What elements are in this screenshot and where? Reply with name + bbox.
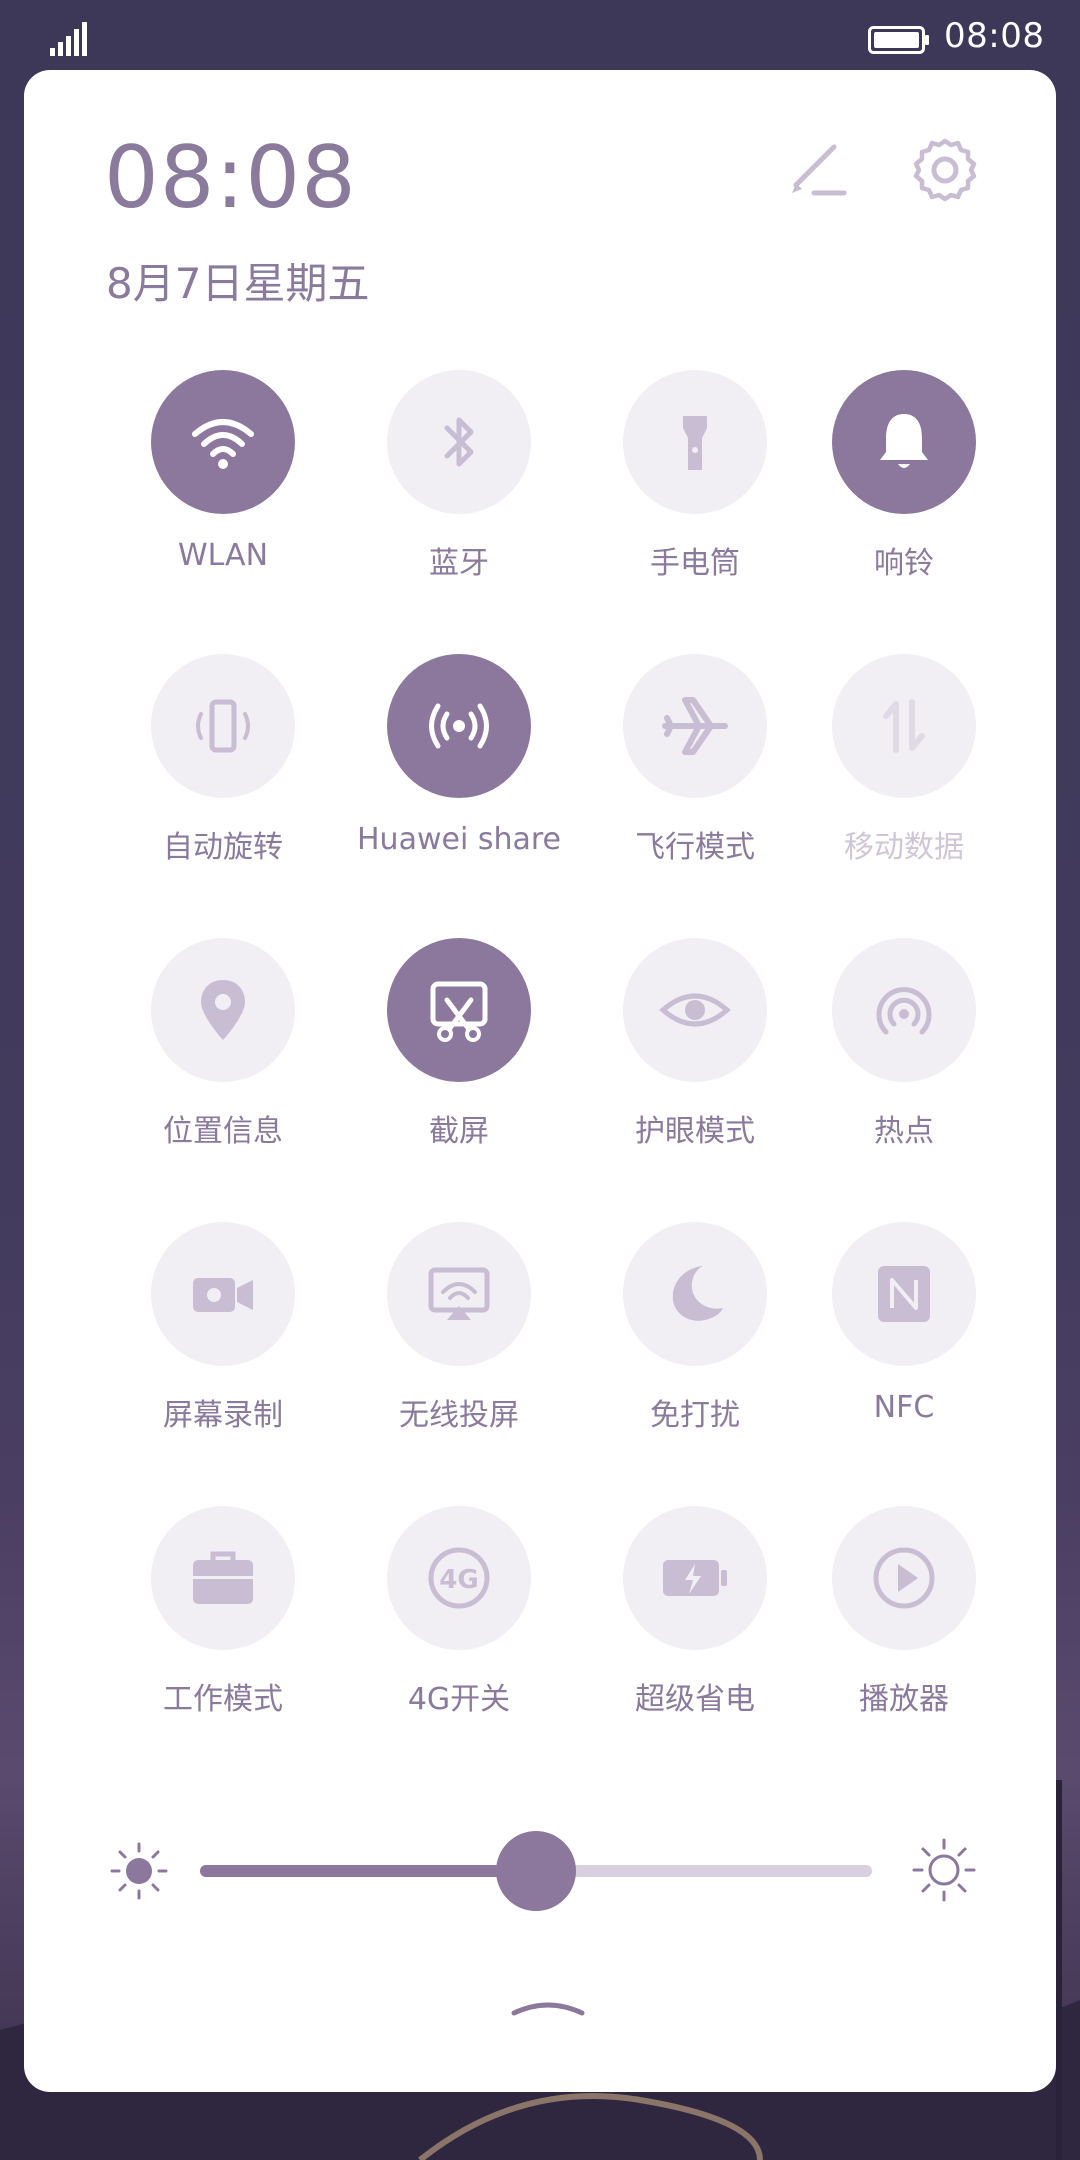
toggle-label: 移动数据 (844, 830, 964, 865)
toggle-briefcase[interactable]: 工作模式 (105, 1506, 341, 1746)
toggle-label: 蓝牙 (429, 546, 489, 581)
toggle-label: 护眼模式 (635, 1114, 755, 1149)
status-time: 08:08 (944, 16, 1045, 56)
toggle-button[interactable] (623, 370, 767, 514)
collapse-handle-icon[interactable] (510, 1995, 586, 2019)
toggle-huawei-share[interactable]: Huawei share (341, 654, 577, 894)
toggle-label: 免打扰 (650, 1398, 740, 1433)
eye-icon (659, 993, 731, 1027)
toggle-button[interactable] (832, 654, 976, 798)
toggle-auto-rotate[interactable]: 自动旋转 (105, 654, 341, 894)
toggle-button[interactable] (832, 370, 976, 514)
settings-button[interactable] (910, 135, 980, 205)
toggle-wifi[interactable]: WLAN (105, 370, 341, 610)
flashlight-icon (683, 416, 707, 470)
toggle-label: 4G开关 (407, 1682, 511, 1717)
toggle-button[interactable] (151, 1506, 295, 1650)
brightness-slider-thumb[interactable] (496, 1831, 576, 1911)
4g-icon: 4G (428, 1547, 490, 1609)
toggle-button[interactable] (832, 938, 976, 1082)
toggle-button[interactable] (832, 1506, 976, 1650)
toggle-label: 自动旋转 (163, 830, 283, 865)
toggle-button[interactable] (387, 938, 531, 1082)
toggle-screen-record[interactable]: 屏幕录制 (105, 1222, 341, 1462)
toggle-button[interactable] (623, 1222, 767, 1366)
signal-icon (50, 22, 87, 56)
toggle-button[interactable] (832, 1222, 976, 1366)
play-icon (873, 1547, 935, 1609)
quick-settings-panel: 08:08 8月7日星期五 WLAN 蓝牙 手电筒 响铃自动旋转 Huawei shar… (24, 70, 1056, 2092)
toggle-eye[interactable]: 护眼模式 (577, 938, 813, 1178)
screenshot-icon (430, 981, 488, 1042)
battery-saver-icon (663, 1560, 727, 1596)
wifi-icon (192, 419, 254, 469)
toggle-button[interactable] (151, 654, 295, 798)
brightness-high-icon (912, 1838, 976, 1902)
toggle-bluetooth[interactable]: 蓝牙 (341, 370, 577, 610)
toggle-button[interactable] (623, 1506, 767, 1650)
location-icon (201, 980, 245, 1040)
toggle-label: 超级省电 (635, 1682, 755, 1717)
toggle-label: 位置信息 (163, 1114, 283, 1149)
toggle-bell[interactable]: 响铃 (786, 370, 1022, 610)
toggle-mobile-data[interactable]: 移动数据 (786, 654, 1022, 894)
airplane-icon (662, 697, 728, 755)
screen-record-icon (193, 1278, 253, 1312)
toggle-nfc[interactable]: NFC (786, 1222, 1022, 1462)
gear-icon (913, 138, 977, 202)
toggle-label: 工作模式 (163, 1682, 283, 1717)
toggle-hotspot[interactable]: 热点 (786, 938, 1022, 1178)
wireless-projection-icon (428, 1267, 490, 1320)
briefcase-icon (193, 1551, 253, 1604)
toggle-button[interactable] (151, 938, 295, 1082)
toggle-label: 响铃 (874, 546, 934, 581)
toggle-label: 屏幕录制 (163, 1398, 283, 1433)
toggle-4g[interactable]: 4G 4G开关 (341, 1506, 577, 1746)
moon-icon (672, 1266, 723, 1321)
pencil-icon (792, 144, 847, 196)
toggle-button[interactable] (387, 654, 531, 798)
toggle-flashlight[interactable]: 手电筒 (577, 370, 813, 610)
huawei-share-icon (429, 703, 489, 749)
nfc-icon (878, 1266, 930, 1322)
toggle-label: 播放器 (859, 1682, 949, 1717)
toggle-button[interactable] (387, 370, 531, 514)
edit-button[interactable] (782, 135, 852, 205)
panel-time: 08:08 (104, 128, 357, 228)
toggle-button[interactable]: 4G (387, 1506, 531, 1650)
svg-text:4G: 4G (439, 1565, 478, 1595)
brightness-slider-fill (200, 1865, 536, 1877)
bluetooth-icon (444, 417, 474, 467)
toggle-play[interactable]: 播放器 (786, 1506, 1022, 1746)
toggle-battery-saver[interactable]: 超级省电 (577, 1506, 813, 1746)
toggle-label: 飞行模式 (635, 830, 755, 865)
toggle-moon[interactable]: 免打扰 (577, 1222, 813, 1462)
toggle-button[interactable] (623, 654, 767, 798)
brightness-low-icon (110, 1842, 168, 1900)
toggle-label: 手电筒 (650, 546, 740, 581)
toggle-label: 无线投屏 (399, 1398, 519, 1433)
toggle-label: 截屏 (429, 1114, 489, 1149)
toggle-airplane[interactable]: 飞行模式 (577, 654, 813, 894)
toggle-label: WLAN (177, 538, 269, 573)
battery-icon (868, 26, 929, 54)
status-bar: 08:08 (0, 0, 1080, 72)
bell-icon (880, 414, 928, 468)
toggle-label: 热点 (874, 1114, 934, 1149)
toggle-screenshot[interactable]: 截屏 (341, 938, 577, 1178)
toggle-label: Huawei share (357, 822, 561, 857)
toggle-button[interactable] (151, 370, 295, 514)
auto-rotate-icon (196, 699, 250, 753)
panel-date: 8月7日星期五 (106, 259, 370, 308)
toggle-label: NFC (873, 1390, 935, 1425)
toggle-location[interactable]: 位置信息 (105, 938, 341, 1178)
hotspot-icon (876, 987, 932, 1035)
toggle-button[interactable] (623, 938, 767, 1082)
toggle-button[interactable] (151, 1222, 295, 1366)
toggle-button[interactable] (387, 1222, 531, 1366)
mobile-data-icon (883, 699, 925, 753)
toggle-wireless-projection[interactable]: 无线投屏 (341, 1222, 577, 1462)
brightness-slider[interactable] (200, 1831, 872, 1911)
